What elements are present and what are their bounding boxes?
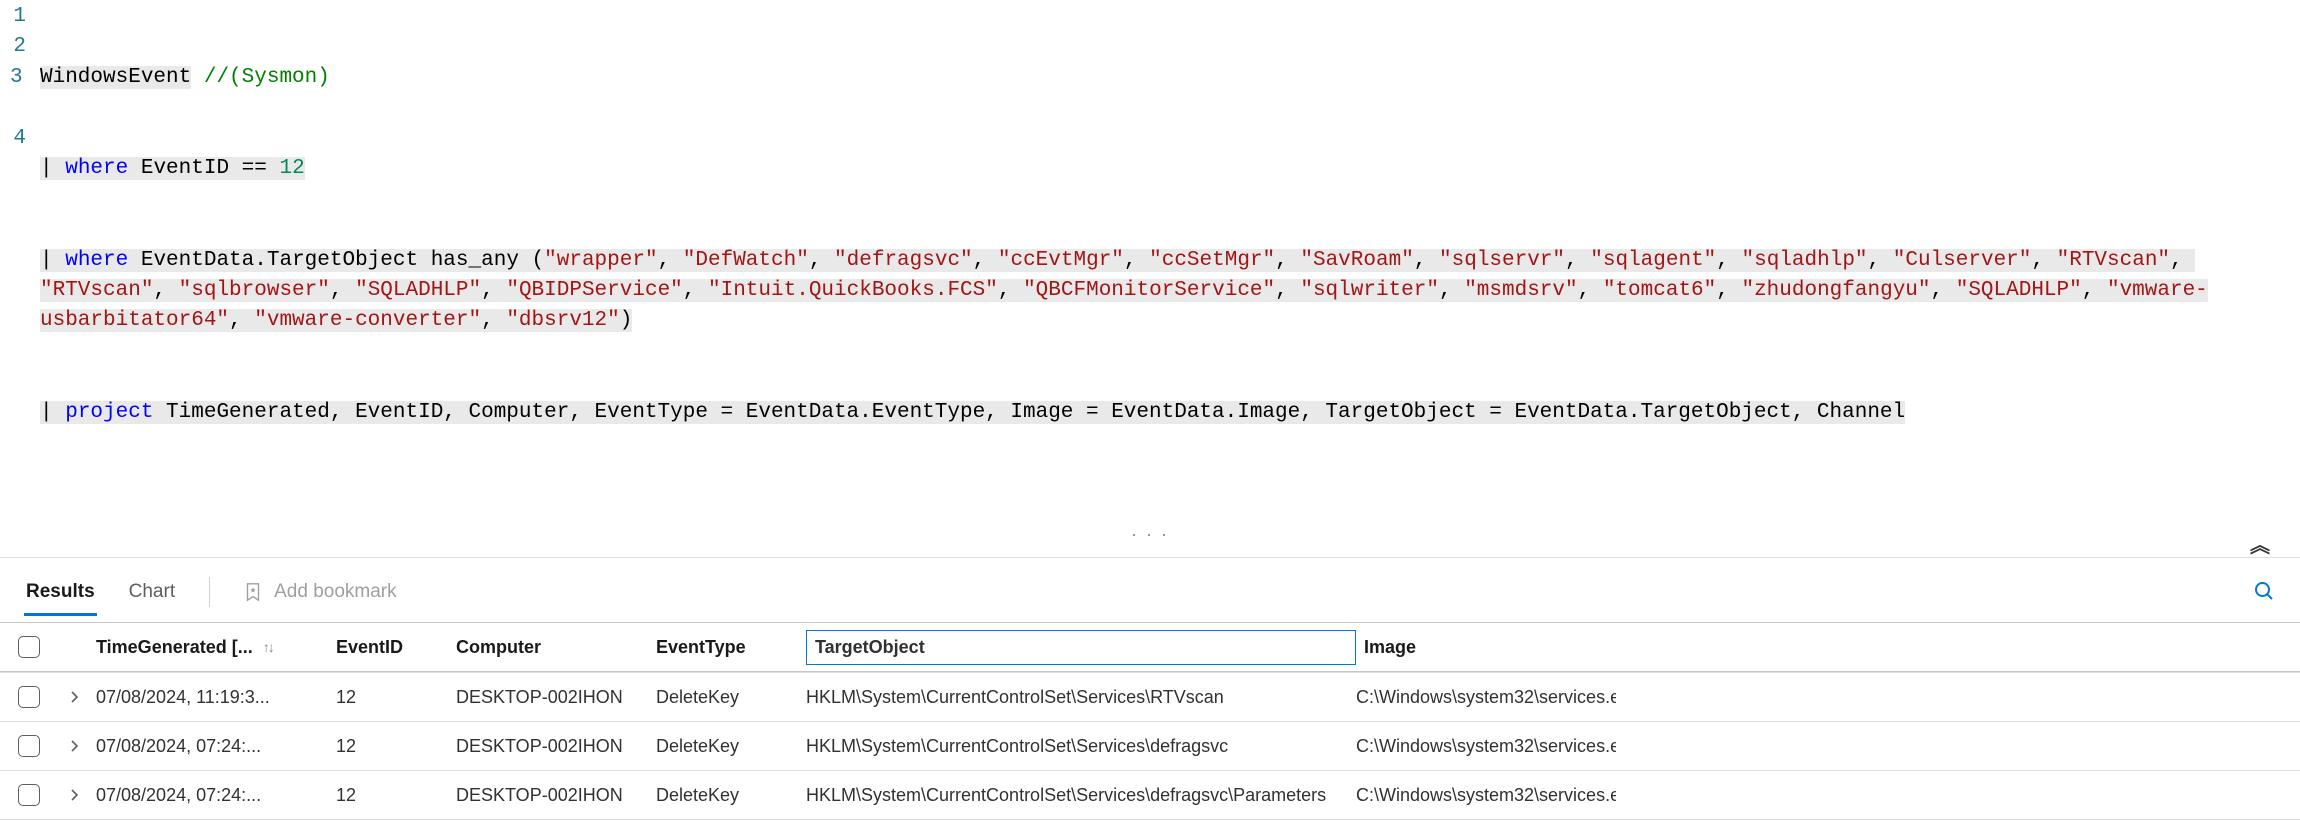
- chevron-right-icon: [69, 691, 81, 703]
- string-literal: "vmware-converter": [254, 309, 481, 332]
- string-literal: "wrapper": [544, 249, 657, 272]
- query-editor[interactable]: 1 2 3 4 WindowsEvent //(Sysmon) | where …: [0, 0, 2300, 529]
- string-literal: "ccSetMgr": [1149, 249, 1275, 272]
- bookmark-star-icon: [242, 581, 264, 603]
- row-checkbox[interactable]: [18, 784, 40, 806]
- line-number: 4: [10, 124, 26, 154]
- row-checkbox[interactable]: [18, 735, 40, 757]
- sort-arrows-icon: ↑↓: [263, 639, 273, 655]
- line-number: 1: [10, 2, 26, 32]
- string-literal: "SavRoam": [1300, 249, 1413, 272]
- code-line-3: | where EventData.TargetObject has_any (…: [40, 246, 2220, 337]
- cell-eventtype: DeleteKey: [656, 785, 806, 806]
- bookmark-label: Add bookmark: [274, 581, 397, 603]
- expand-row-button[interactable]: [54, 691, 96, 703]
- string-literal: "defragsvc": [834, 249, 973, 272]
- tab-chart[interactable]: Chart: [127, 571, 177, 616]
- chevron-right-icon: [69, 789, 81, 801]
- cell-timegenerated: 07/08/2024, 11:19:3...: [96, 687, 336, 708]
- code-area[interactable]: WindowsEvent //(Sysmon) | where EventID …: [40, 2, 2300, 489]
- cell-computer: DESKTOP-002IHON: [456, 736, 656, 757]
- string-literal: "sqlservr": [1439, 249, 1565, 272]
- cell-image: C:\Windows\system32\services.e: [1356, 687, 1616, 708]
- string-literal: "QBIDPService": [506, 279, 682, 302]
- string-literal: "sqlwriter": [1300, 279, 1439, 302]
- results-grid: TimeGenerated [...↑↓ EventID Computer Ev…: [0, 622, 2300, 820]
- code-line-2: | where EventID == 12: [40, 154, 2220, 184]
- search-icon: [2252, 579, 2276, 603]
- string-literal: "sqladhlp": [1742, 249, 1868, 272]
- results-toolbar: Results Chart Add bookmark: [0, 558, 2300, 616]
- code-line-1: WindowsEvent //(Sysmon): [40, 63, 2220, 93]
- code-line-4: | project TimeGenerated, EventID, Comput…: [40, 398, 2220, 428]
- cell-eventtype: DeleteKey: [656, 687, 806, 708]
- cell-targetobject: HKLM\System\CurrentControlSet\Services\R…: [806, 687, 1356, 708]
- string-literal: "sqlbrowser": [179, 279, 330, 302]
- string-literal: "Culserver": [1893, 249, 2032, 272]
- string-literal: "msmdsrv": [1464, 279, 1577, 302]
- string-literal: "zhudongfangyu": [1741, 279, 1930, 302]
- row-checkbox[interactable]: [18, 686, 40, 708]
- cell-timegenerated: 07/08/2024, 07:24:...: [96, 736, 336, 757]
- line-number: 2: [10, 32, 26, 62]
- tab-results[interactable]: Results: [24, 571, 97, 616]
- cell-image: C:\Windows\system32\services.e: [1356, 785, 1616, 806]
- line-number: 3: [10, 63, 23, 93]
- result-tabs: Results Chart: [24, 568, 177, 616]
- string-literal: "RTVscan": [40, 279, 153, 302]
- grid-header: TimeGenerated [...↑↓ EventID Computer Ev…: [0, 622, 2300, 672]
- string-literal: "Intuit.QuickBooks.FCS": [708, 279, 998, 302]
- separator: [209, 577, 210, 607]
- col-header-eventtype[interactable]: EventType: [656, 637, 806, 658]
- expand-chevron-icon[interactable]: ︽: [2250, 529, 2270, 558]
- cell-eventid: 12: [336, 687, 456, 708]
- table-row[interactable]: 07/08/2024, 07:24:...12DESKTOP-002IHONDe…: [0, 721, 2300, 770]
- string-literal: "dbsrv12": [506, 309, 619, 332]
- string-literal: "tomcat6": [1603, 279, 1716, 302]
- select-all-checkbox[interactable]: [18, 636, 40, 658]
- col-header-eventid[interactable]: EventID: [336, 637, 456, 658]
- chevron-right-icon: [69, 740, 81, 752]
- add-bookmark-button[interactable]: Add bookmark: [242, 581, 397, 603]
- panel-splitter[interactable]: · · · ︽: [0, 529, 2300, 557]
- expand-row-button[interactable]: [54, 789, 96, 801]
- string-literal: "DefWatch": [683, 249, 809, 272]
- table-row[interactable]: 07/08/2024, 07:24:...12DESKTOP-002IHONDe…: [0, 770, 2300, 819]
- cell-timegenerated: 07/08/2024, 07:24:...: [96, 785, 336, 806]
- string-literal: "ccEvtMgr": [998, 249, 1124, 272]
- cell-eventid: 12: [336, 785, 456, 806]
- cell-image: C:\Windows\system32\services.e: [1356, 736, 1616, 757]
- splitter-dots: · · ·: [0, 529, 2300, 539]
- string-literal: "RTVscan": [2057, 249, 2170, 272]
- cell-computer: DESKTOP-002IHON: [456, 687, 656, 708]
- table-row[interactable]: 07/08/2024, 11:19:3...12DESKTOP-002IHOND…: [0, 672, 2300, 721]
- col-header-timegenerated[interactable]: TimeGenerated [...↑↓: [96, 637, 336, 658]
- search-button[interactable]: [2252, 579, 2276, 606]
- string-literal: "QBCFMonitorService": [1023, 279, 1275, 302]
- string-literal: "SQLADHLP": [355, 279, 481, 302]
- string-literal: "SQLADHLP": [1956, 279, 2082, 302]
- col-header-computer[interactable]: Computer: [456, 637, 656, 658]
- cell-targetobject: HKLM\System\CurrentControlSet\Services\d…: [806, 736, 1356, 757]
- expand-row-button[interactable]: [54, 740, 96, 752]
- line-gutter: 1 2 3 4: [0, 2, 40, 489]
- col-header-image[interactable]: Image: [1364, 637, 1624, 658]
- cell-computer: DESKTOP-002IHON: [456, 785, 656, 806]
- cell-targetobject: HKLM\System\CurrentControlSet\Services\d…: [806, 785, 1356, 806]
- col-header-targetobject[interactable]: TargetObject: [806, 630, 1356, 665]
- string-literal: "sqlagent": [1590, 249, 1716, 272]
- cell-eventtype: DeleteKey: [656, 736, 806, 757]
- cell-eventid: 12: [336, 736, 456, 757]
